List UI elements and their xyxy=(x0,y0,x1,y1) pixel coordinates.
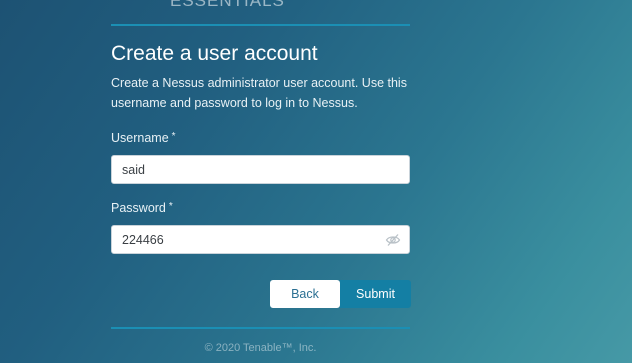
form-description: Create a Nessus administrator user accou… xyxy=(111,76,407,110)
bottom-divider xyxy=(111,327,410,329)
password-field[interactable] xyxy=(111,225,410,254)
password-label: Password * xyxy=(111,201,173,215)
username-label-text: Username xyxy=(111,131,169,145)
back-button[interactable]: Back xyxy=(270,280,340,308)
copyright-text: © 2020 Tenable™, Inc. xyxy=(204,342,317,354)
password-input[interactable] xyxy=(112,226,392,253)
eye-slash-icon[interactable] xyxy=(385,232,401,248)
username-field[interactable] xyxy=(111,155,410,184)
create-account-panel: Create a user account Create a Nessus ad… xyxy=(111,40,410,113)
logo-text: ESSENTIALS xyxy=(170,0,285,10)
required-marker: * xyxy=(168,201,173,212)
required-marker: * xyxy=(171,131,176,142)
top-divider xyxy=(111,24,410,26)
username-input[interactable] xyxy=(112,156,392,183)
page-title: Create a user account xyxy=(111,42,318,65)
submit-button[interactable]: Submit xyxy=(340,280,411,308)
password-label-text: Password xyxy=(111,201,166,215)
product-logo: ESSENTIALS xyxy=(170,0,285,11)
username-label: Username * xyxy=(111,131,176,145)
